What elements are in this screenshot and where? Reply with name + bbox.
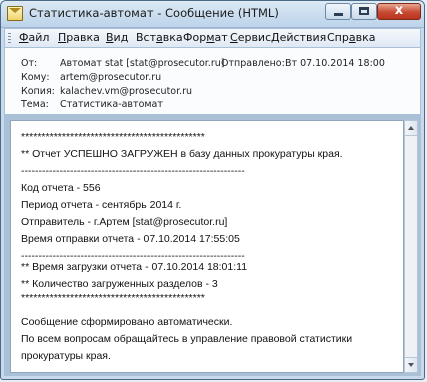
toolbar-grip-icon[interactable] xyxy=(8,33,11,44)
scroll-down-arrow-icon[interactable] xyxy=(405,357,417,372)
menu-tools[interactable]: Сервис xyxy=(230,31,271,44)
from-label: От: xyxy=(21,58,38,69)
menu-format[interactable]: Формат xyxy=(183,31,228,44)
from-value[interactable]: Автомат stat [stat@prosecutor.ru] xyxy=(60,58,224,69)
message-window: Статистика-автомат - Сообщение (HTML) x … xyxy=(0,0,425,380)
maximize-button[interactable] xyxy=(351,3,377,20)
message-body-frame: ****************************************… xyxy=(4,114,421,376)
message-header: От: Автомат stat [stat@prosecutor.ru] От… xyxy=(4,48,421,114)
message-body[interactable]: ****************************************… xyxy=(10,120,404,373)
message-line: Код отчета - 556 xyxy=(21,182,101,194)
menu-help[interactable]: Справка xyxy=(327,31,375,44)
message-line: прокуратуры края. xyxy=(21,350,111,362)
sent-label: Отправлено: xyxy=(221,58,285,69)
menu-view[interactable]: Вид xyxy=(106,31,128,44)
window-title: Статистика-автомат - Сообщение (HTML) xyxy=(29,6,279,20)
message-line: ****************************************… xyxy=(21,131,205,143)
message-line: ----------------------------------------… xyxy=(21,165,245,177)
menu-bar: Файл Правка Вид Вставка Формат Сервис Де… xyxy=(4,28,421,48)
close-icon: x xyxy=(394,3,404,18)
envelope-icon[interactable] xyxy=(7,6,23,21)
sent-value: Вт 07.10.2014 18:00 xyxy=(285,58,385,69)
menu-insert[interactable]: Вставка xyxy=(136,31,183,44)
subject-value: Статистика-автомат xyxy=(60,99,163,110)
close-button[interactable]: x xyxy=(377,3,421,20)
subject-label: Тема: xyxy=(21,99,49,110)
to-value[interactable]: artem@prosecutor.ru xyxy=(60,72,161,83)
to-label: Кому: xyxy=(21,72,50,83)
message-line: ** Количество загруженных разделов - 3 xyxy=(21,278,218,290)
scroll-up-arrow-icon[interactable] xyxy=(405,121,417,136)
message-line: Время отправки отчета - 07.10.2014 17:55… xyxy=(21,233,240,245)
title-bar[interactable]: Статистика-автомат - Сообщение (HTML) x xyxy=(1,1,424,28)
message-line: Период отчета - сентябрь 2014 г. xyxy=(21,199,182,211)
message-line: ****************************************… xyxy=(21,292,205,304)
message-line: По всем вопросам обращайтесь в управлени… xyxy=(21,333,353,345)
message-line: Сообщение сформировано автоматически. xyxy=(21,316,233,328)
cc-label: Копия: xyxy=(21,86,55,97)
vertical-scrollbar[interactable] xyxy=(404,120,418,373)
cc-value[interactable]: kalachev.vm@prosecutor.ru xyxy=(60,86,192,97)
message-line: ** Отчет УСПЕШНО ЗАГРУЖЕН в базу данных … xyxy=(21,148,343,160)
message-line: ** Время загрузки отчета - 07.10.2014 18… xyxy=(21,261,248,273)
minimize-button[interactable] xyxy=(325,3,351,20)
menu-actions[interactable]: Действия xyxy=(271,31,326,44)
menu-edit[interactable]: Правка xyxy=(58,31,100,44)
menu-file[interactable]: Файл xyxy=(19,31,49,44)
message-line: Отправитель - г.Артем [stat@prosecutor.r… xyxy=(21,216,228,228)
